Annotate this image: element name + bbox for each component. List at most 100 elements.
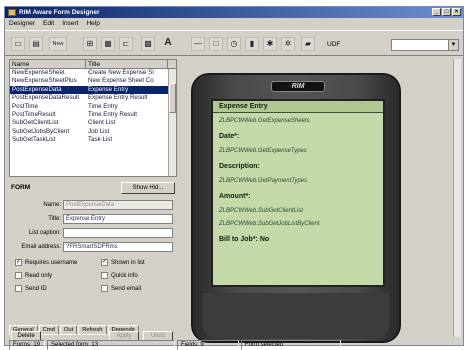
caption-label: List caption: xyxy=(28,230,61,236)
form-icon[interactable]: ⊞ xyxy=(83,37,97,51)
screen-field-source[interactable]: ZLBPCWWeb.SubGetClientList xyxy=(219,208,303,214)
email-label: Email address: xyxy=(21,244,61,250)
row-name: NewExpenseSheet xyxy=(12,69,65,76)
screen-field-label[interactable]: Bill to Job*: No xyxy=(219,236,269,243)
row-name: SubGetJobsByClient xyxy=(12,127,70,135)
open-icon[interactable]: ▤ xyxy=(29,37,43,51)
menu-insert[interactable]: Insert xyxy=(62,19,78,29)
checkbox-label: Send email xyxy=(111,285,142,292)
folder-icon[interactable]: ▰ xyxy=(301,37,315,51)
name-field[interactable]: PostExpenseData xyxy=(63,200,173,210)
box-icon[interactable]: □ xyxy=(209,37,223,51)
send-id-checkbox[interactable]: Send ID xyxy=(15,285,47,292)
checkbox-box[interactable] xyxy=(101,285,108,292)
preview-scrollbar[interactable] xyxy=(453,59,461,337)
title-field[interactable]: Expense Entry xyxy=(63,214,173,224)
row-title: Client List xyxy=(88,119,116,127)
checkbox-label: Shown in list xyxy=(111,259,145,266)
row-title: Job List xyxy=(88,127,110,135)
list-row[interactable]: PostTime Time Entry xyxy=(10,103,176,111)
screen-field-source[interactable]: ZLBPCWWeb.GetExpenseTypes xyxy=(219,148,307,154)
name-label: Name: xyxy=(43,202,61,208)
row-title: New Expense Sheet Co xyxy=(88,77,154,85)
status-selected-form: Selected form: 13 xyxy=(47,340,175,350)
list-row[interactable]: NewExpenseSheetPlus New Expense Sheet Co xyxy=(10,77,176,85)
status-message: Form selected xyxy=(241,340,341,350)
list-row[interactable]: SubGetClientList Client List xyxy=(10,119,176,127)
checkbox-box[interactable] xyxy=(15,285,22,292)
checkbox-box[interactable]: ✓ xyxy=(15,259,22,266)
line-icon[interactable]: — xyxy=(191,37,205,51)
checkbox-label: Requires username xyxy=(25,259,78,266)
tab-refresh[interactable]: Refresh xyxy=(78,325,107,335)
chevron-down-icon[interactable]: ▼ xyxy=(448,40,458,50)
maximize-button[interactable]: □ xyxy=(442,8,451,16)
screen-field-source[interactable]: ZLBPCWWeb.GetExpenseSheets xyxy=(219,118,310,124)
screen-field-source[interactable]: ZLBPCWWeb.SubGetJobListByClient xyxy=(219,221,320,227)
row-title: Time Entry xyxy=(88,102,118,110)
gear-icon[interactable]: ✲ xyxy=(281,37,295,51)
row-name: SubGetClientList xyxy=(12,119,59,127)
new-form-button[interactable]: New xyxy=(49,37,67,51)
font-icon[interactable]: A xyxy=(161,37,175,51)
insert-icon[interactable]: ⊏ xyxy=(119,37,133,51)
row-name: PostExpenseDataResult xyxy=(12,94,80,102)
form-label: FORM xyxy=(11,184,31,191)
row-title: Create New Expense Sl xyxy=(88,69,154,76)
list-header: Name Title xyxy=(10,60,176,69)
device-preview: RIM Expense Entry ZLBPCWWeb.GetExpenseSh… xyxy=(191,73,401,343)
list-row[interactable]: PostTimeResult Time Entry Result xyxy=(10,111,176,119)
status-bar: Forms: 19 Selected form: 13 Fields: 9 Fo… xyxy=(9,340,461,350)
udf-select[interactable]: ▼ xyxy=(391,39,459,51)
checkbox-label: Read only xyxy=(25,272,53,279)
menu-edit[interactable]: Edit xyxy=(43,19,54,29)
row-name: PostTime xyxy=(12,102,38,110)
column-name[interactable]: Name xyxy=(10,60,86,68)
quick-info-checkbox[interactable]: Quick info xyxy=(101,272,138,279)
list-row[interactable]: NewExpenseSheet Create New Expense Sl xyxy=(10,69,176,77)
left-panel: Name Title NewExpenseSheet Create New Exp… xyxy=(9,59,177,345)
combo-label: UDF xyxy=(327,41,341,48)
tab-out[interactable]: Out xyxy=(59,325,78,335)
requires-username-checkbox[interactable]: ✓ Requires username xyxy=(15,259,77,266)
device-screen: Expense Entry ZLBPCWWeb.GetExpenseSheets… xyxy=(211,99,385,287)
title-bar: RIM Aware Form Designer _ □ × xyxy=(5,7,463,18)
email-field[interactable]: ?FRSmartSDFRms xyxy=(63,242,173,252)
minimize-button[interactable]: _ xyxy=(432,8,441,16)
tab-cmd[interactable]: Cmd xyxy=(38,325,59,335)
shown-in-list-checkbox[interactable]: ✓ Shown in list xyxy=(101,259,145,266)
table-icon[interactable]: ▦ xyxy=(101,37,115,51)
screen-field-source[interactable]: ZLBPCWWeb.GetPaymentTypes xyxy=(219,178,307,184)
close-button[interactable]: × xyxy=(452,8,461,16)
screen-field-label[interactable]: Date*: xyxy=(219,133,239,140)
row-title: Task List xyxy=(88,136,113,144)
star-icon[interactable]: ✱ xyxy=(263,37,277,51)
caption-field[interactable] xyxy=(63,228,173,238)
checkbox-box[interactable] xyxy=(101,272,108,279)
form-list[interactable]: Name Title NewExpenseSheet Create New Exp… xyxy=(9,59,177,177)
bar-icon[interactable]: ▮ xyxy=(245,37,259,51)
clock-icon[interactable]: ◷ xyxy=(227,37,241,51)
menu-help[interactable]: Help xyxy=(86,19,99,29)
list-row[interactable]: SubGetJobsByClient Job List xyxy=(10,128,176,136)
grid-icon[interactable]: ▩ xyxy=(141,37,155,51)
menu-designer[interactable]: Designer xyxy=(9,19,35,29)
scroll-thumb[interactable] xyxy=(169,83,176,113)
show-hidden-button[interactable]: Show Hid... xyxy=(121,182,175,194)
checkbox-box[interactable] xyxy=(15,272,22,279)
column-title[interactable]: Title xyxy=(86,60,168,68)
screen-field-label[interactable]: Description: xyxy=(219,163,260,170)
screen-field-label[interactable]: Amount*: xyxy=(219,193,251,200)
send-email-checkbox[interactable]: Send email xyxy=(101,285,141,292)
row-name: PostExpenseData xyxy=(12,85,62,93)
list-row-selected[interactable]: PostExpenseData Expense Entry xyxy=(10,85,176,95)
checkbox-box[interactable]: ✓ xyxy=(101,259,108,266)
app-icon xyxy=(8,9,16,16)
list-scrollbar[interactable] xyxy=(168,69,176,176)
status-forms: Forms: 19 xyxy=(9,340,45,350)
read-only-checkbox[interactable]: Read only xyxy=(15,272,52,279)
list-row[interactable]: SubGetTaskList Task List xyxy=(10,136,176,144)
list-row[interactable]: PostExpenseDataResult Expense Entry Resul… xyxy=(10,94,176,102)
screen-title: Expense Entry xyxy=(213,101,383,113)
new-icon[interactable]: ▭ xyxy=(11,37,25,51)
